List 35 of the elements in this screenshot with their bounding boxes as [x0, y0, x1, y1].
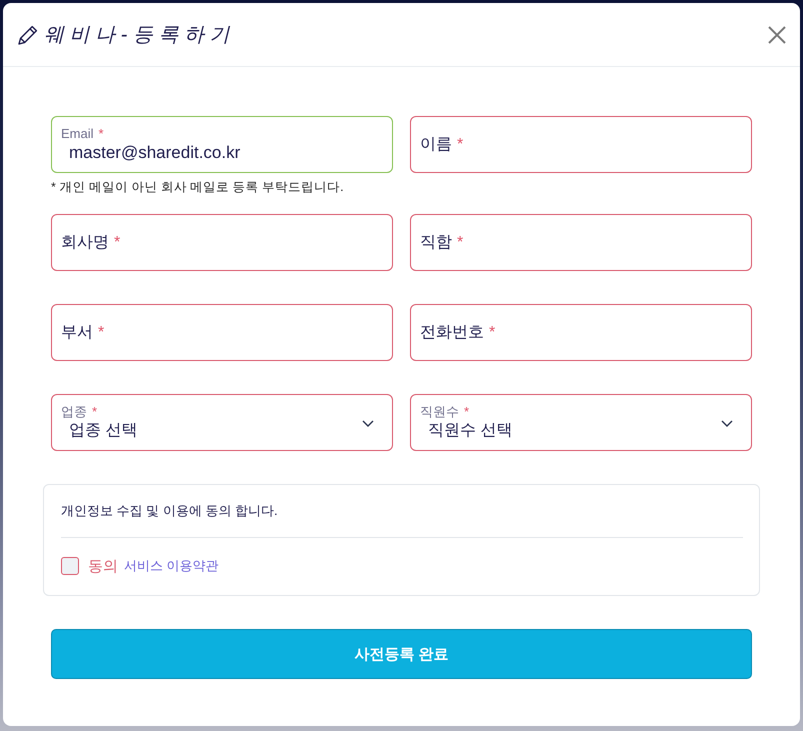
field-label: 이름 [420, 134, 452, 154]
required-asterisk: * [92, 404, 98, 420]
field-label: 전화번호 [420, 322, 484, 342]
dropdown-select[interactable]: 직원수 * 직원수 선택 [410, 394, 752, 451]
required-asterisk: * [464, 404, 470, 420]
field-label: 업종 [61, 404, 87, 420]
close-icon [768, 26, 786, 44]
checkbox[interactable] [61, 557, 79, 575]
field-label: 회사명 [61, 232, 109, 252]
chevron-down-icon [362, 420, 374, 427]
field-label: Email [61, 126, 94, 142]
required-asterisk: * [98, 126, 104, 142]
required-asterisk: * [98, 322, 104, 342]
input-field[interactable]: 부서 * [51, 304, 393, 361]
required-asterisk: * [114, 232, 120, 252]
chevron-down-icon [721, 420, 733, 427]
input-field[interactable]: 직함 * [410, 214, 752, 271]
field-label: 직원수 [420, 404, 459, 420]
field-label: 직함 [420, 232, 452, 252]
consent-text: 개인정보 수집 및 이용에 동의 합니다. [61, 502, 278, 520]
input-field[interactable]: 회사명 * [51, 214, 393, 271]
input-field[interactable]: 전화번호 * [410, 304, 752, 361]
required-asterisk: * [489, 322, 496, 342]
required-asterisk: * [457, 134, 464, 154]
required-asterisk: * [457, 232, 464, 252]
agree-label: 동의 [88, 556, 118, 576]
close-button[interactable] [768, 26, 786, 44]
input-field[interactable]: Email * master@sharedit.co.kr [51, 116, 393, 173]
dropdown-select[interactable]: 업종 * 업종 선택 [51, 394, 393, 451]
field-label: 부서 [61, 322, 93, 342]
terms-link[interactable]: 서비스 이용약관 [124, 557, 219, 575]
dialog-title: 웨 비 나 - 등 록 하 기 [44, 22, 230, 48]
helper-text: * 개인 메일이 아닌 회사 메일로 등록 부탁드립니다. [51, 179, 344, 195]
pencil-icon [18, 24, 38, 44]
input-field[interactable]: 이름 * [410, 116, 752, 173]
